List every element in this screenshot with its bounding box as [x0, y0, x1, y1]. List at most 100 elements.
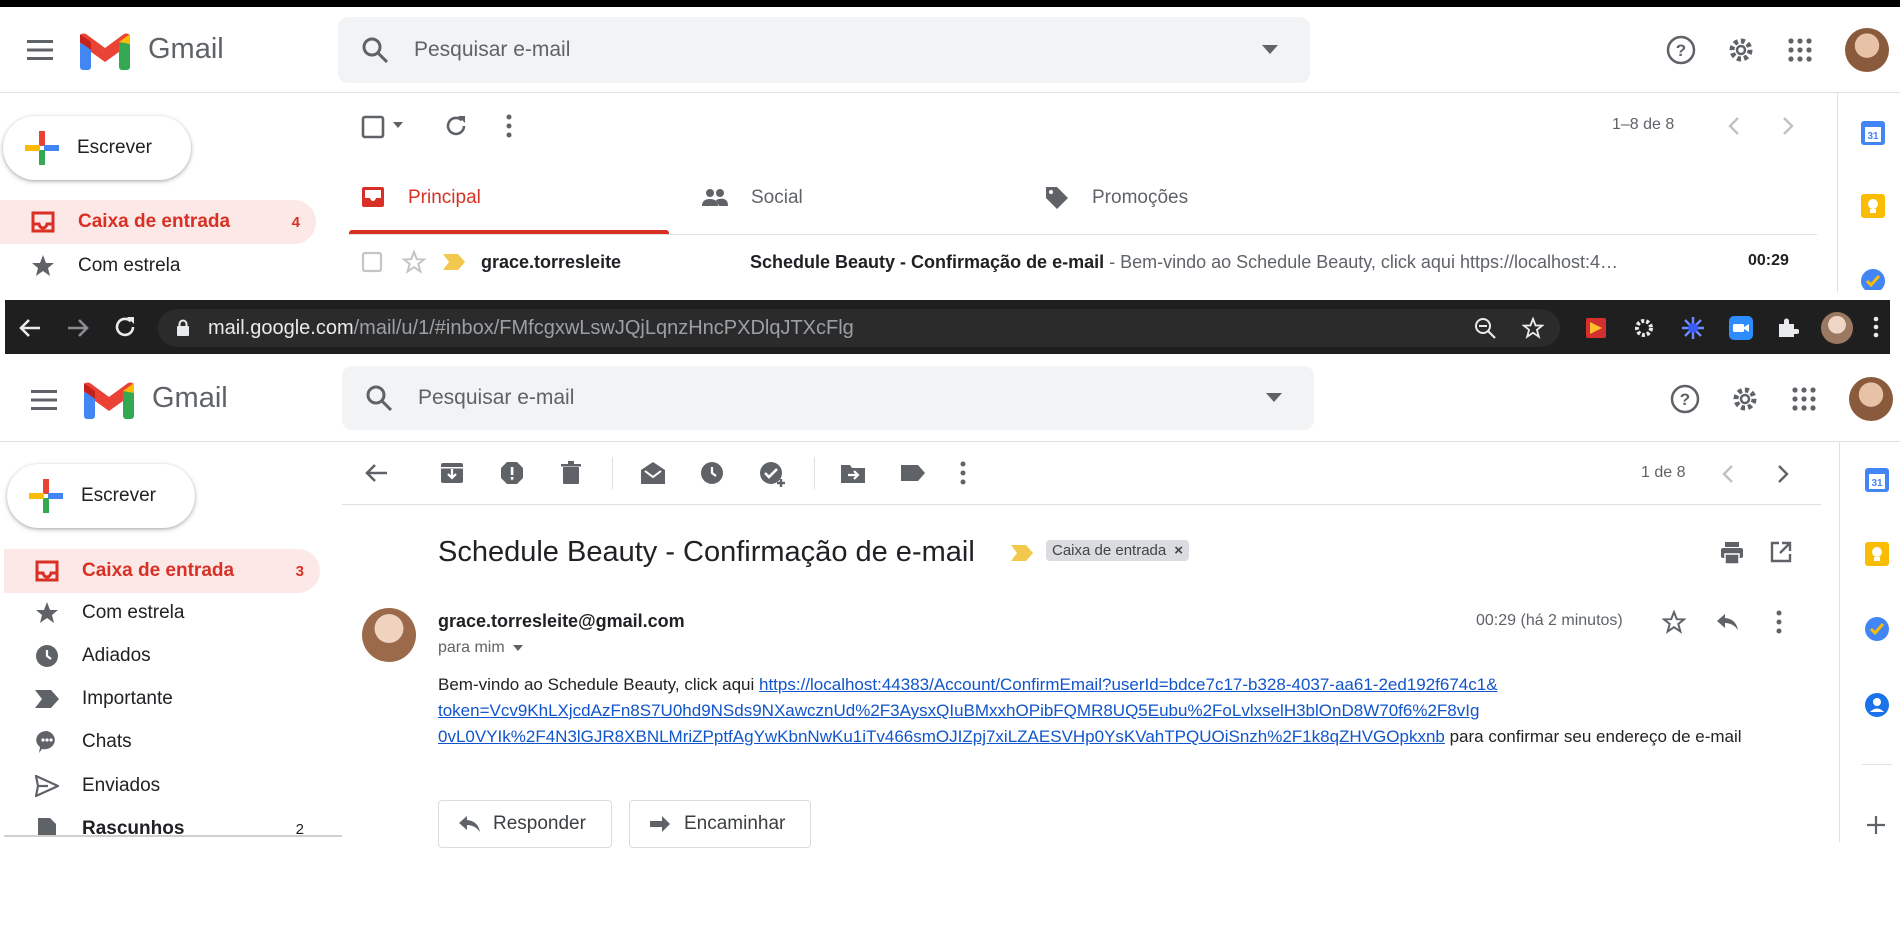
- extension-red-icon[interactable]: [1585, 317, 1607, 339]
- keep-icon[interactable]: [1860, 193, 1886, 219]
- sender-avatar[interactable]: [362, 608, 416, 662]
- select-all-checkbox[interactable]: [361, 115, 385, 139]
- importance-marker-icon[interactable]: [443, 254, 465, 270]
- email-subject: Schedule Beauty - Confirmação de e-mail: [438, 536, 975, 568]
- sidebar-item-chats[interactable]: Chats: [4, 721, 320, 763]
- sidebar-item-snoozed[interactable]: Adiados: [4, 635, 320, 677]
- print-icon[interactable]: [1720, 542, 1744, 564]
- compose-button[interactable]: Escrever: [3, 116, 191, 180]
- settings-gear-icon[interactable]: [1726, 35, 1756, 65]
- recipient-details-dropdown-icon[interactable]: [512, 645, 523, 651]
- back-arrow-icon[interactable]: [18, 317, 42, 339]
- recipient-line[interactable]: para mim: [438, 639, 523, 657]
- open-in-new-window-icon[interactable]: [1770, 541, 1792, 563]
- search-bar[interactable]: Pesquisar e-mail: [342, 366, 1314, 430]
- report-spam-icon[interactable]: [500, 461, 524, 485]
- reload-icon[interactable]: [113, 315, 137, 339]
- gmail-logo-icon[interactable]: [80, 32, 130, 70]
- keep-icon[interactable]: [1864, 541, 1890, 567]
- calendar-icon[interactable]: 31: [1860, 120, 1886, 146]
- browser-profile-avatar[interactable]: [1821, 312, 1853, 344]
- gmail-logo-icon[interactable]: [84, 381, 134, 419]
- svg-text:?: ?: [1680, 390, 1690, 409]
- email-list-row[interactable]: grace.torresleite Schedule Beauty - Conf…: [349, 236, 1817, 288]
- sidebar-item-sent[interactable]: Enviados: [4, 765, 320, 807]
- confirm-email-link[interactable]: https://localhost:44383/Account/ConfirmE…: [759, 675, 1498, 694]
- star-email-icon[interactable]: [1662, 610, 1686, 634]
- zoom-meeting-icon[interactable]: [1729, 316, 1753, 340]
- sidebar-item-inbox[interactable]: Caixa de entrada 3: [4, 549, 320, 593]
- snooze-clock-icon[interactable]: [700, 461, 724, 485]
- bookmark-star-icon[interactable]: [1522, 317, 1544, 339]
- search-placeholder[interactable]: Pesquisar e-mail: [414, 17, 570, 83]
- move-to-folder-icon[interactable]: [840, 462, 866, 484]
- extension-sparkle-icon[interactable]: [1681, 316, 1705, 340]
- mark-as-unread-icon[interactable]: [640, 461, 666, 485]
- importance-marker-icon[interactable]: [1011, 545, 1033, 561]
- search-icon[interactable]: [366, 385, 392, 411]
- apps-grid-icon[interactable]: [1792, 387, 1816, 411]
- sidebar-item-drafts[interactable]: Rascunhos 2: [4, 808, 320, 835]
- user-avatar[interactable]: [1849, 377, 1893, 421]
- extensions-puzzle-icon[interactable]: [1777, 316, 1799, 338]
- sidebar-item-starred[interactable]: Com estrela: [4, 592, 320, 634]
- clock-icon: [34, 644, 60, 668]
- forward-button[interactable]: Encaminhar: [629, 800, 811, 848]
- main-menu-icon[interactable]: [30, 388, 58, 412]
- settings-gear-icon[interactable]: [1730, 384, 1760, 414]
- older-chevron-right-icon[interactable]: [1777, 465, 1789, 483]
- sidebar-item-starred[interactable]: Com estrela: [0, 245, 316, 287]
- newer-chevron-left-icon[interactable]: [1728, 117, 1740, 135]
- confirm-email-link-cont[interactable]: token=Vcv9KhLXjcdAzFn8S7U0hd9NSds9NXawcz…: [438, 701, 1479, 720]
- extension-gear-icon[interactable]: [1633, 317, 1655, 339]
- sidebar-item-inbox[interactable]: Caixa de entrada 4: [0, 200, 316, 244]
- newer-chevron-left-icon[interactable]: [1722, 465, 1734, 483]
- tab-social[interactable]: Social: [700, 170, 1030, 234]
- tab-principal[interactable]: Principal: [349, 170, 669, 234]
- search-bar[interactable]: Pesquisar e-mail: [338, 17, 1310, 83]
- add-to-tasks-icon[interactable]: [759, 461, 787, 487]
- contacts-icon[interactable]: [1864, 692, 1890, 718]
- search-placeholder[interactable]: Pesquisar e-mail: [418, 366, 574, 430]
- remove-label-icon[interactable]: ×: [1174, 542, 1183, 559]
- lock-icon[interactable]: [176, 319, 190, 337]
- tasks-icon[interactable]: [1864, 616, 1890, 642]
- reply-button[interactable]: Responder: [438, 800, 612, 848]
- reply-arrow-icon[interactable]: [1715, 612, 1739, 632]
- search-icon[interactable]: [362, 37, 388, 63]
- row-checkbox[interactable]: [361, 251, 383, 273]
- confirm-email-link-end[interactable]: 0vL0VYIk%2F4N3lGJR8XBNLMriZPptfAgYwKbnNw…: [438, 727, 1445, 746]
- back-to-inbox-arrow-icon[interactable]: [365, 463, 389, 483]
- label-tag-icon[interactable]: [900, 464, 926, 482]
- help-icon[interactable]: ?: [1666, 35, 1696, 65]
- get-addons-plus-icon[interactable]: [1866, 815, 1886, 835]
- more-options-icon[interactable]: [960, 461, 966, 485]
- more-options-icon[interactable]: [506, 114, 512, 138]
- forward-arrow-icon[interactable]: [66, 317, 90, 339]
- sidebar-item-important[interactable]: Importante: [4, 678, 320, 720]
- url-text[interactable]: mail.google.com/mail/u/1/#inbox/FMfcgxwL…: [208, 309, 854, 347]
- archive-icon[interactable]: [440, 461, 464, 485]
- sender-email[interactable]: grace.torresleite@gmail.com: [438, 611, 685, 632]
- message-more-icon[interactable]: [1776, 610, 1782, 634]
- delete-trash-icon[interactable]: [560, 461, 582, 485]
- user-avatar[interactable]: [1845, 28, 1889, 72]
- browser-menu-icon[interactable]: [1873, 316, 1879, 338]
- calendar-icon[interactable]: 31: [1864, 467, 1890, 493]
- select-dropdown-icon[interactable]: [393, 122, 403, 128]
- apps-grid-icon[interactable]: [1788, 38, 1812, 62]
- refresh-icon[interactable]: [444, 114, 468, 138]
- search-options-dropdown-icon[interactable]: [1262, 45, 1278, 54]
- compose-button[interactable]: Escrever: [7, 464, 195, 528]
- tasks-icon[interactable]: [1860, 268, 1886, 290]
- inbox-icon: [34, 560, 60, 582]
- zoom-icon[interactable]: [1474, 317, 1496, 339]
- row-star-icon[interactable]: [402, 250, 426, 274]
- main-menu-icon[interactable]: [26, 38, 54, 62]
- help-icon[interactable]: ?: [1670, 384, 1700, 414]
- tab-promotions[interactable]: Promoções: [1043, 170, 1373, 234]
- older-chevron-right-icon[interactable]: [1782, 117, 1794, 135]
- sidebar-item-label: Com estrela: [82, 602, 185, 623]
- search-options-dropdown-icon[interactable]: [1266, 393, 1282, 402]
- address-bar[interactable]: mail.google.com/mail/u/1/#inbox/FMfcgxwL…: [158, 309, 1560, 347]
